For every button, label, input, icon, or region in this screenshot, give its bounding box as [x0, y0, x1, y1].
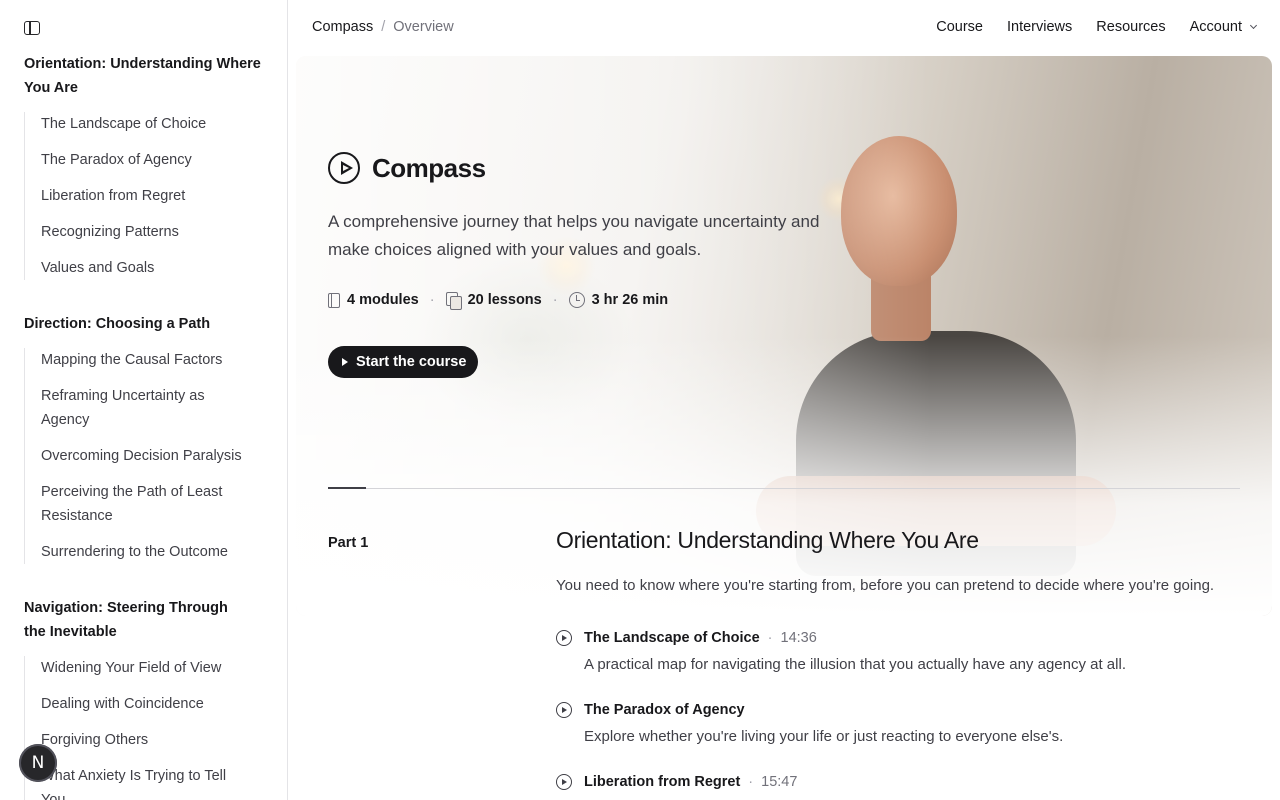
stat-lessons: 20 lessons [445, 292, 542, 310]
lesson-item: The Landscape of Choice · 14:36 A practi… [556, 630, 1256, 673]
sidebar-section-direction: Direction: Choosing a Path Mapping the C… [24, 312, 264, 564]
hero-description: A comprehensive journey that helps you n… [328, 212, 820, 259]
sidebar-item[interactable]: Mapping the Causal Factors [25, 348, 264, 372]
clock-icon [568, 292, 585, 308]
breadcrumb: Compass / Overview [312, 19, 454, 35]
nav-account-label: Account [1189, 19, 1242, 35]
lesson-header: The Paradox of Agency [556, 702, 1256, 718]
course-stats: 4 modules · 20 lessons · 3 hr 26 min [328, 292, 848, 310]
sidebar-section-title[interactable]: Orientation: Understanding Where You Are [24, 52, 264, 100]
sidebar-item[interactable]: Values and Goals [25, 256, 264, 280]
lesson-description: Explore whether you're living your life … [584, 728, 1064, 745]
breadcrumb-current: Overview [393, 19, 454, 35]
sidebar-item[interactable]: The Paradox of Agency [25, 148, 264, 172]
sidebar-item[interactable]: Overcoming Decision Paralysis [25, 444, 264, 468]
lesson-separator: · [748, 774, 754, 790]
part-title: Orientation: Understanding Where You Are [556, 527, 979, 553]
start-course-button[interactable]: Start the course [328, 346, 479, 378]
sidebar-section-orientation: Orientation: Understanding Where You Are… [24, 52, 264, 280]
breadcrumb-separator: / [381, 19, 386, 35]
lesson-title[interactable]: The Landscape of Choice [584, 630, 760, 646]
sidebar-list: Widening Your Field of View Dealing with… [24, 656, 264, 800]
sidebar-item[interactable]: Liberation from Regret [25, 184, 264, 208]
nav-account[interactable]: Account [1189, 19, 1258, 35]
top-bar: Compass / Overview Course Interviews Res… [288, 0, 1280, 56]
part-description: You need to know where you're starting f… [556, 577, 1215, 594]
lesson-description: A practical map for navigating the illus… [584, 656, 1126, 673]
lesson-duration: 15:47 [761, 774, 798, 790]
sidebar-item[interactable]: Dealing with Coincidence [25, 692, 264, 716]
sidebar-section-title[interactable]: Navigation: Steering Through the Inevita… [24, 596, 239, 644]
play-circle-icon[interactable] [556, 774, 572, 790]
hero-content: Compass A comprehensive journey that hel… [328, 152, 848, 378]
sidebar-item[interactable]: Perceiving the Path of Least Resistance [25, 480, 235, 528]
sidebar-item[interactable]: Recognizing Patterns [25, 220, 264, 244]
sidebar-item[interactable]: Reframing Uncertainty as Agency [25, 384, 225, 432]
stat-modules: 4 modules [328, 292, 419, 308]
section-divider [328, 488, 1240, 489]
sidebar-item[interactable]: The Landscape of Choice [25, 112, 264, 136]
sidebar-item[interactable]: Widening Your Field of View [25, 656, 264, 680]
fab-label: N [31, 753, 45, 773]
lesson-item: Liberation from Regret · 15:47 [556, 774, 1256, 790]
sidebar-item[interactable]: Surrendering to the Outcome [25, 540, 264, 564]
sidebar: Orientation: Understanding Where You Are… [0, 0, 288, 800]
play-circle-icon[interactable] [556, 702, 572, 718]
lesson-header: The Landscape of Choice · 14:36 [556, 630, 1256, 646]
lesson-separator: · [767, 630, 773, 646]
stat-lessons-label: 20 lessons [467, 292, 542, 308]
stat-duration: 3 hr 26 min [568, 292, 669, 308]
sidebar-list: The Landscape of Choice The Paradox of A… [24, 112, 264, 280]
breadcrumb-root[interactable]: Compass [312, 19, 373, 35]
lesson-duration: 14:36 [780, 630, 817, 646]
chevron-down-icon [1249, 21, 1258, 30]
book-icon [328, 292, 340, 308]
top-nav: Course Interviews Resources Account [936, 19, 1258, 35]
lesson-title[interactable]: Liberation from Regret [584, 774, 740, 790]
sidebar-item[interactable]: What Anxiety Is Trying to Tell You [25, 764, 240, 800]
lesson-item: The Paradox of Agency Explore whether yo… [556, 702, 1256, 745]
sidebar-toggle-icon[interactable] [24, 21, 40, 35]
section-divider-accent [328, 487, 366, 489]
sidebar-list: Mapping the Causal Factors Reframing Unc… [24, 348, 264, 564]
nav-course[interactable]: Course [936, 19, 983, 35]
stat-duration-label: 3 hr 26 min [591, 292, 669, 308]
play-circle-icon [328, 152, 360, 184]
sidebar-section-title[interactable]: Direction: Choosing a Path [24, 312, 264, 336]
sidebar-section-navigation: Navigation: Steering Through the Inevita… [24, 596, 264, 800]
copy-icon [445, 292, 462, 310]
start-course-label: Start the course [356, 354, 467, 370]
sidebar-item[interactable]: Forgiving Others [25, 728, 264, 752]
lesson-title[interactable]: The Paradox of Agency [584, 702, 745, 718]
brand-name: Compass [372, 152, 486, 183]
stat-separator: · [429, 292, 435, 308]
play-icon [342, 358, 348, 366]
play-circle-icon[interactable] [556, 630, 572, 646]
nav-interviews[interactable]: Interviews [1007, 19, 1072, 35]
floating-action-button[interactable]: N [19, 744, 57, 782]
stat-modules-label: 4 modules [347, 292, 419, 308]
stat-separator: · [552, 292, 558, 308]
lesson-header: Liberation from Regret · 15:47 [556, 774, 1256, 790]
part-label: Part 1 [328, 535, 369, 551]
brand: Compass [328, 152, 848, 184]
nav-resources[interactable]: Resources [1096, 19, 1165, 35]
